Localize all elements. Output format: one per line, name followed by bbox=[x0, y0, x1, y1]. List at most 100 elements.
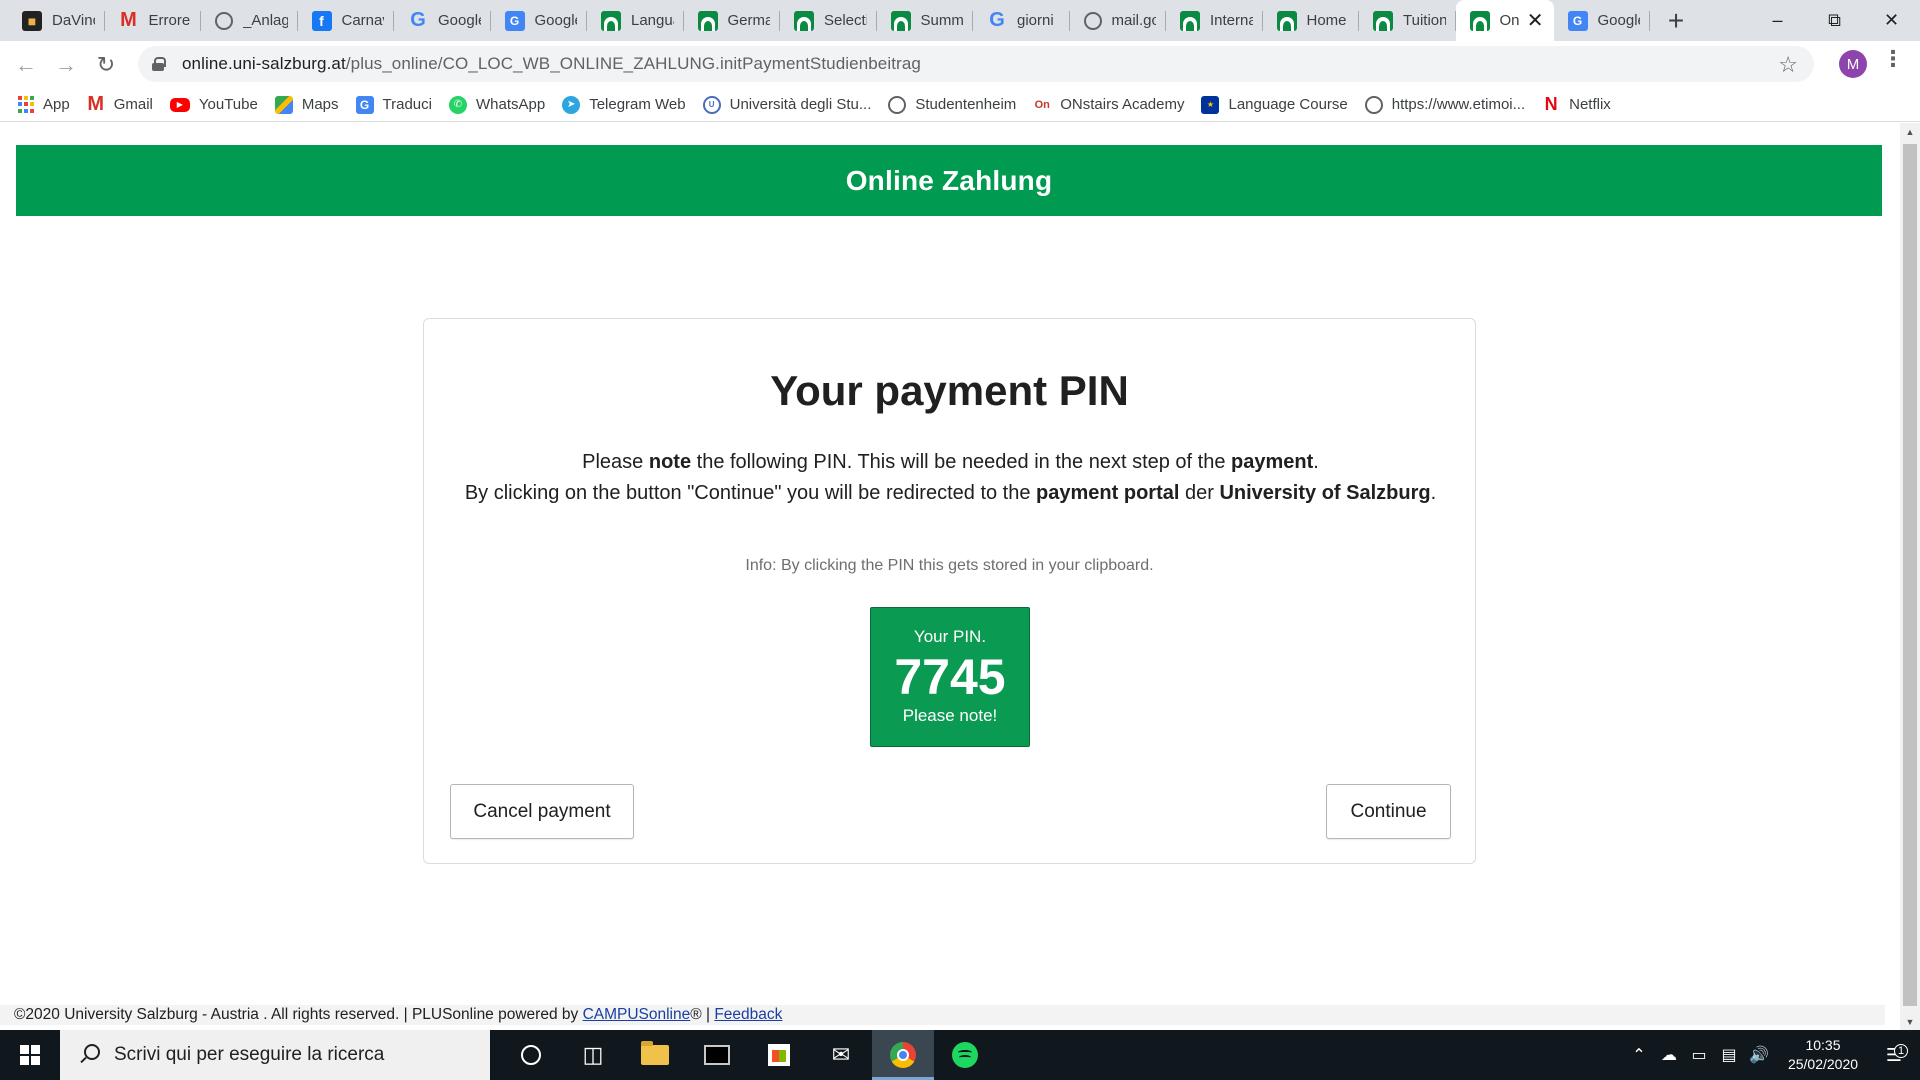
pin-value: 7745 bbox=[894, 649, 1006, 705]
bookmark-item[interactable]: ▶ YouTube bbox=[169, 96, 258, 113]
back-button[interactable]: ← bbox=[6, 45, 46, 85]
tab-title: Germa bbox=[727, 12, 771, 29]
scroll-up-arrow-icon[interactable]: ▲ bbox=[1900, 123, 1920, 140]
text-fragment: Please bbox=[582, 451, 649, 473]
globe-icon bbox=[1083, 11, 1102, 30]
browser-tab[interactable]: Home bbox=[1263, 0, 1360, 41]
browser-tab[interactable]: Interna bbox=[1166, 0, 1263, 41]
browser-tab[interactable]: f Carnav bbox=[298, 0, 395, 41]
start-button[interactable] bbox=[0, 1030, 60, 1080]
chrome-button[interactable] bbox=[872, 1030, 934, 1080]
browser-tab[interactable]: mail.gc bbox=[1070, 0, 1167, 41]
mail-button[interactable]: ✉ bbox=[810, 1030, 872, 1080]
bookmark-item[interactable]: Maps bbox=[274, 95, 339, 114]
bookmark-label: App bbox=[43, 96, 70, 113]
file-explorer-button[interactable] bbox=[624, 1030, 686, 1080]
bookmark-item[interactable]: ➤ Telegram Web bbox=[562, 95, 686, 114]
whatsapp-icon: ✆ bbox=[448, 95, 467, 114]
browser-tab[interactable]: Germa bbox=[684, 0, 781, 41]
terminal-icon bbox=[704, 1045, 730, 1065]
card-title: Your payment PIN bbox=[770, 367, 1129, 414]
task-view-button[interactable]: ◫ bbox=[562, 1030, 624, 1080]
onedrive-cloud-icon[interactable]: ☁ bbox=[1654, 1045, 1684, 1065]
address-bar[interactable]: online.uni-salzburg.at/plus_online/CO_LO… bbox=[138, 46, 1814, 82]
close-window-button[interactable]: ✕ bbox=[1863, 0, 1920, 41]
taskbar-search[interactable]: Scrivi qui per eseguire la ricerca bbox=[60, 1030, 490, 1080]
bookmark-label: Netflix bbox=[1569, 96, 1611, 113]
page-header: Online Zahlung bbox=[16, 145, 1882, 216]
store-button[interactable] bbox=[748, 1030, 810, 1080]
bookmark-item[interactable]: N Netflix bbox=[1542, 94, 1611, 114]
bookmark-item[interactable]: ★ Language Course bbox=[1201, 95, 1348, 114]
taskbar-apps: ◫ ✉ bbox=[500, 1030, 996, 1080]
browser-tab[interactable]: G Google bbox=[1554, 0, 1651, 41]
bookmark-item[interactable]: Studentenheim bbox=[888, 95, 1016, 114]
payment-pin-card: Your payment PIN Please note the followi… bbox=[423, 318, 1476, 864]
scroll-down-arrow-icon[interactable]: ▼ bbox=[1900, 1013, 1920, 1030]
action-center-button[interactable]: ☰ 1 bbox=[1868, 1043, 1920, 1066]
page-scrollbar[interactable]: ▲ ▼ bbox=[1900, 123, 1920, 1030]
text-bold: payment portal bbox=[1036, 482, 1180, 504]
tab-title: giorni bbox=[1017, 12, 1054, 29]
browser-menu-icon[interactable]: ⋮ bbox=[1882, 48, 1904, 70]
browser-tab[interactable]: G Google bbox=[491, 0, 588, 41]
bookmark-item[interactable]: On ONstairs Academy bbox=[1033, 96, 1185, 114]
close-tab-icon[interactable]: ✕ bbox=[1527, 8, 1544, 33]
feedback-link[interactable]: Feedback bbox=[714, 1006, 782, 1023]
new-tab-button[interactable]: + bbox=[1656, 0, 1696, 41]
search-icon bbox=[78, 1044, 100, 1066]
lock-icon[interactable] bbox=[152, 57, 166, 71]
bookmark-item[interactable]: https://www.etimoi... bbox=[1364, 95, 1525, 114]
google-icon: G bbox=[410, 9, 426, 31]
campusonline-link[interactable]: CAMPUSonline bbox=[583, 1006, 691, 1023]
pin-box[interactable]: Your PIN. 7745 Please note! bbox=[870, 607, 1030, 747]
bookmark-star-icon[interactable]: ☆ bbox=[1778, 52, 1798, 78]
davinci-icon: ■ bbox=[22, 10, 42, 31]
plusonline-icon bbox=[697, 10, 718, 31]
browser-tab[interactable]: Tuition bbox=[1359, 0, 1456, 41]
continue-button[interactable]: Continue bbox=[1326, 784, 1451, 839]
bookmark-item[interactable]: U Università degli Stu... bbox=[702, 95, 871, 114]
page-content: Online Zahlung Your payment PIN Please n… bbox=[0, 123, 1900, 1030]
globe-icon bbox=[1364, 95, 1383, 114]
youtube-icon: ▶ bbox=[169, 97, 190, 112]
browser-tab[interactable]: Summ bbox=[877, 0, 974, 41]
browser-tab[interactable]: ■ DaVinc bbox=[8, 0, 105, 41]
url-path: /plus_online/CO_LOC_WB_ONLINE_ZAHLUNG.in… bbox=[345, 54, 921, 73]
tab-title: Interna bbox=[1210, 12, 1253, 29]
cortana-button[interactable] bbox=[500, 1030, 562, 1080]
cortana-icon bbox=[521, 1045, 541, 1065]
mail-icon: ✉ bbox=[831, 1042, 851, 1067]
cancel-payment-button[interactable]: Cancel payment bbox=[450, 784, 634, 839]
tab-active[interactable]: On ✕ bbox=[1455, 0, 1554, 41]
clock[interactable]: 10:35 25/02/2020 bbox=[1778, 1036, 1868, 1074]
network-icon[interactable]: ▤ bbox=[1714, 1045, 1744, 1065]
browser-tab[interactable]: Ggiorni bbox=[973, 0, 1070, 41]
volume-icon[interactable]: 🔊 bbox=[1744, 1045, 1774, 1065]
scrollbar-thumb[interactable] bbox=[1903, 144, 1917, 1006]
battery-icon[interactable]: ▭ bbox=[1684, 1045, 1714, 1065]
browser-tab[interactable]: Langua bbox=[587, 0, 684, 41]
netflix-icon: N bbox=[1544, 94, 1558, 114]
profile-avatar[interactable]: M bbox=[1839, 50, 1867, 78]
globe-icon bbox=[888, 95, 907, 114]
bookmark-item[interactable]: G Traduci bbox=[355, 95, 432, 114]
maximize-button[interactable]: ⧉ bbox=[1806, 0, 1863, 41]
browser-tab[interactable]: M Errore bbox=[105, 0, 202, 41]
plusonline-icon bbox=[890, 10, 911, 31]
bookmark-item[interactable]: App bbox=[18, 95, 70, 114]
reload-button[interactable]: ↻ bbox=[86, 45, 126, 85]
browser-tab[interactable]: _Anlag bbox=[201, 0, 298, 41]
browser-tab[interactable]: G Google bbox=[394, 0, 491, 41]
chevron-up-icon[interactable]: ⌃ bbox=[1624, 1045, 1654, 1065]
maps-icon bbox=[274, 95, 293, 114]
forward-button[interactable]: → bbox=[46, 45, 86, 85]
terminal-button[interactable] bbox=[686, 1030, 748, 1080]
minimize-button[interactable]: – bbox=[1749, 0, 1806, 41]
browser-tab[interactable]: Selecti bbox=[780, 0, 877, 41]
spotify-button[interactable] bbox=[934, 1030, 996, 1080]
bookmark-item[interactable]: ✆ WhatsApp bbox=[448, 95, 545, 114]
url-text[interactable]: online.uni-salzburg.at/plus_online/CO_LO… bbox=[182, 54, 921, 74]
window-controls: – ⧉ ✕ bbox=[1749, 0, 1920, 41]
bookmark-item[interactable]: M Gmail bbox=[87, 93, 153, 115]
